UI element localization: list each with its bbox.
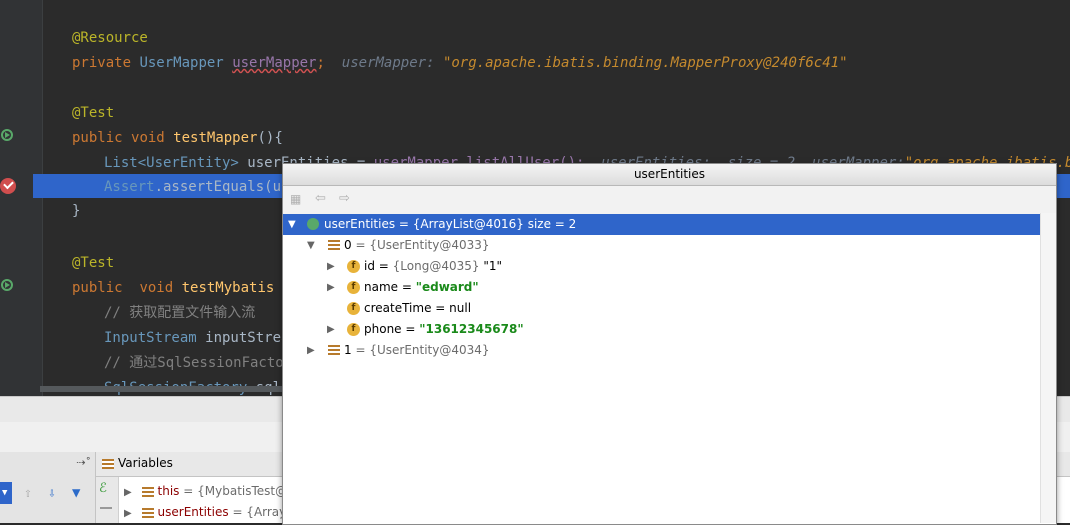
expand-icon[interactable]: ▶	[327, 256, 335, 277]
object-icon	[328, 240, 340, 250]
variables-toolbar: ℰ	[96, 477, 119, 523]
list-icon	[141, 507, 154, 518]
field-row[interactable]: f createTime = null	[283, 298, 1054, 319]
run-test-icon[interactable]	[0, 278, 14, 292]
code-line: Assert.assertEquals(us	[104, 179, 290, 195]
tree-row[interactable]: ▼ 0 = {UserEntity@4033}	[283, 235, 1054, 256]
code-line: }	[72, 203, 81, 219]
frames-panel: ⇢˚ ▼ ⇧ ⇩ ▼	[0, 452, 96, 523]
field-name: id	[364, 259, 375, 273]
variable-name: userEntities	[157, 505, 229, 519]
breakpoint-icon[interactable]	[0, 178, 16, 194]
variable-value: = {MybatisTest@	[183, 484, 288, 498]
run-test-icon[interactable]	[0, 128, 14, 142]
variable-row[interactable]: ▶ this = {MybatisTest@	[124, 481, 287, 501]
collapse-icon[interactable]: ▼	[307, 235, 315, 256]
pin-icon[interactable]: ⇢˚	[76, 456, 91, 469]
inspect-popup[interactable]: userEntities ▦ ⇦ ⇨ ▼ userEntities = {Arr…	[282, 163, 1057, 525]
field-value: "edward"	[415, 280, 479, 294]
object-icon	[328, 345, 340, 355]
field-value: "13612345678"	[419, 322, 524, 336]
back-icon[interactable]: ⇦	[315, 191, 326, 206]
object-icon	[141, 486, 154, 497]
chevron-down-icon: ▼	[2, 488, 8, 498]
filter-icon[interactable]: ▼	[72, 485, 80, 501]
field-row[interactable]: ▶ f name = "edward"	[283, 277, 1054, 298]
folder-icon[interactable]: ▦	[290, 192, 301, 206]
popup-title[interactable]: userEntities	[283, 164, 1056, 186]
minus-icon[interactable]	[100, 507, 112, 509]
arrow-up-icon[interactable]: ⇧	[24, 486, 32, 501]
variable-name: this	[157, 484, 180, 498]
code-line: private UserMapper userMapper; userMappe…	[72, 55, 848, 71]
code-line: @Resource	[72, 30, 148, 46]
field-icon: f	[347, 302, 360, 315]
popup-toolbar: ▦ ⇦ ⇨	[283, 186, 1056, 215]
tree-node-value: = {ArrayList@4016} size = 2	[398, 217, 577, 231]
editor-gutter[interactable]	[0, 0, 43, 396]
variables-icon	[102, 459, 114, 469]
code-line: // 通过SqlSessionFacto	[104, 355, 284, 371]
field-name: phone	[364, 322, 402, 336]
field-value: "1"	[483, 259, 503, 273]
variable-row[interactable]: ▶ userEntities = {Array	[124, 502, 286, 522]
popup-scrollbar[interactable]	[1040, 213, 1056, 523]
expand-icon[interactable]: ▶	[124, 508, 132, 519]
tree-root-row[interactable]: ▼ userEntities = {ArrayList@4016} size =…	[283, 214, 1054, 235]
code-line: @Test	[72, 105, 115, 121]
field-name: createTime	[364, 301, 432, 315]
field-row[interactable]: ▶ f id = {Long@4035} "1"	[283, 256, 1054, 277]
collapse-icon[interactable]: ▼	[288, 214, 296, 235]
tree-row[interactable]: ▶ 1 = {UserEntity@4034}	[283, 340, 1054, 361]
field-icon: f	[347, 281, 360, 294]
watch-icon	[307, 218, 319, 230]
expand-icon[interactable]: ▶	[327, 277, 335, 298]
expand-icon[interactable]: ▶	[124, 487, 132, 498]
field-icon: f	[347, 323, 360, 336]
forward-icon[interactable]: ⇨	[339, 191, 350, 206]
field-value: null	[449, 301, 472, 315]
code-line: InputStream inputStrea	[104, 330, 290, 346]
tree-node-name: userEntities	[324, 217, 396, 231]
code-line: @Test	[72, 255, 115, 271]
tree-node-value: = {UserEntity@4034}	[355, 343, 490, 357]
editor-horizontal-scrollbar[interactable]	[40, 386, 290, 392]
field-type: {Long@4035}	[392, 259, 480, 273]
arrow-down-icon[interactable]: ⇩	[48, 486, 56, 501]
expand-icon[interactable]: ▶	[327, 319, 335, 340]
variable-value: = {Array	[232, 505, 287, 519]
field-row[interactable]: ▶ f phone = "13612345678"	[283, 319, 1054, 340]
code-line: public void testMapper(){	[72, 130, 283, 146]
field-name: name	[364, 280, 399, 294]
variables-title: Variables	[118, 456, 173, 470]
code-line: public void testMybatis (	[72, 280, 291, 296]
field-icon: f	[347, 260, 360, 273]
tree-node-name: 0	[344, 238, 352, 252]
code-line: // 获取配置文件输入流	[104, 305, 256, 321]
tree-node-value: = {UserEntity@4033}	[355, 238, 490, 252]
expand-icon[interactable]: ▶	[307, 340, 315, 361]
frames-dropdown[interactable]: ▼	[0, 482, 12, 504]
tree-node-name: 1	[344, 343, 352, 357]
evaluate-icon[interactable]: ℰ	[99, 481, 107, 496]
